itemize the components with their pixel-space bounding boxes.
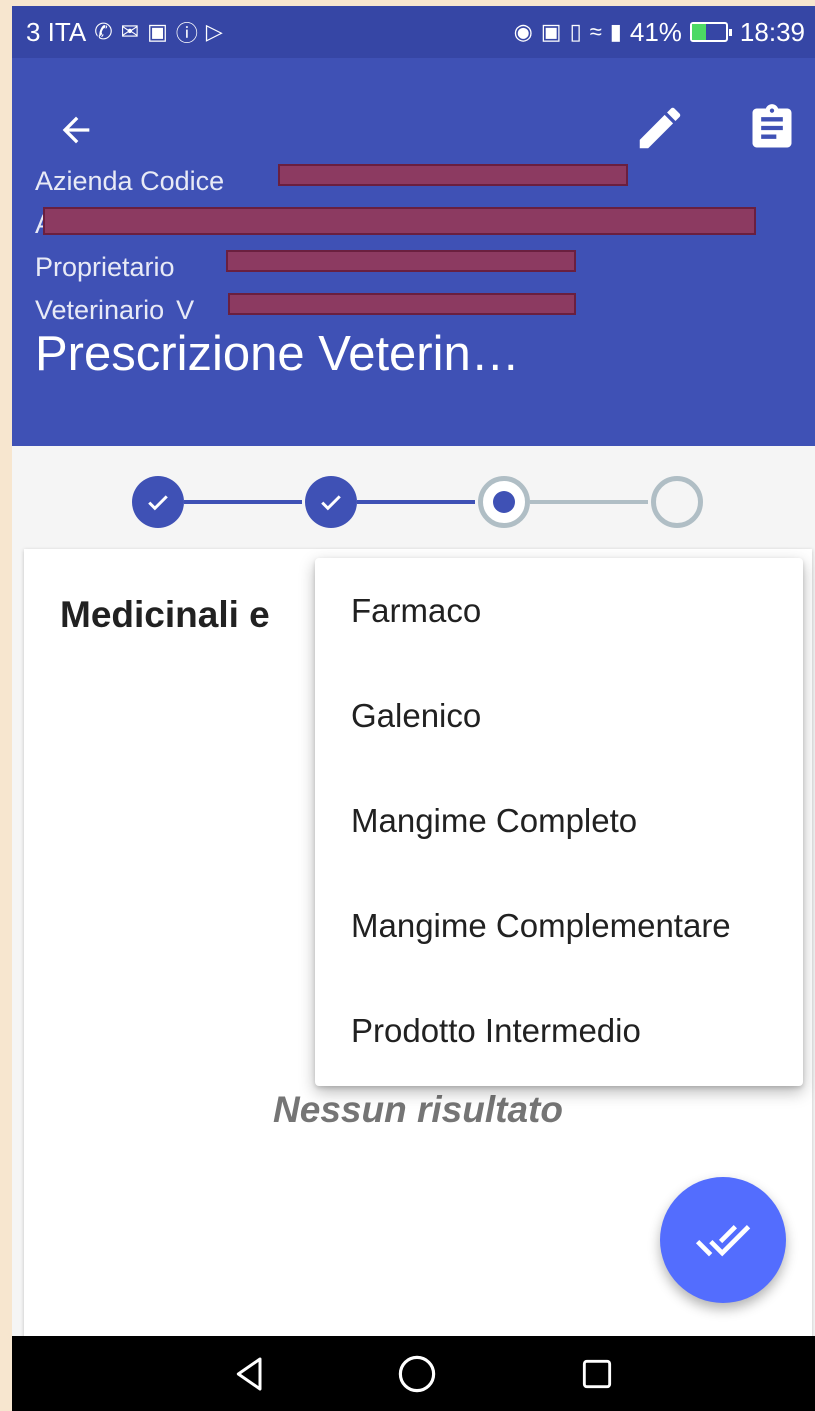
edit-button[interactable] — [630, 98, 690, 158]
step-2[interactable] — [305, 476, 357, 528]
arrow-back-icon — [62, 116, 90, 144]
redacted-line — [43, 207, 756, 235]
location-icon: ◉ — [513, 19, 533, 44]
redacted-veterinario — [228, 293, 576, 315]
gallery-icon: ▣ — [147, 19, 168, 44]
nav-recents-button[interactable] — [567, 1346, 627, 1402]
status-bar: 3 ITA ✆ ✉ ▣ ⓘ ▷ ◉ ▣ ▯ ≈ ▮ 41% 18:39 — [12, 6, 815, 58]
phone-screen: 3 ITA ✆ ✉ ▣ ⓘ ▷ ◉ ▣ ▯ ≈ ▮ 41% 18:39 Azie… — [12, 6, 815, 1411]
menu-item[interactable]: Farmaco — [315, 558, 803, 663]
nfc-icon: ▣ — [540, 19, 562, 44]
signal-icon: ▮ — [609, 19, 622, 44]
clipboard-icon — [752, 104, 792, 148]
redacted-proprietario — [226, 250, 576, 272]
menu-item[interactable]: Mangime Completo — [315, 768, 803, 873]
step-1[interactable] — [132, 476, 184, 528]
alert-icon: ⓘ — [175, 21, 198, 46]
back-button[interactable] — [48, 102, 104, 158]
page-title: Prescrizione Veterin… — [35, 327, 520, 381]
empty-state-text: Nessun risultato — [273, 1089, 563, 1130]
step-connector-2 — [357, 500, 475, 504]
confirm-fab[interactable] — [660, 1177, 786, 1303]
step-4[interactable] — [651, 476, 703, 528]
whatsapp-icon: ✆ — [94, 19, 113, 44]
prescription-info: Azienda Codice A Proprietario Veterinari… — [35, 160, 756, 332]
wifi-icon: ≈ — [589, 19, 602, 44]
azienda-row: Azienda Codice — [35, 160, 628, 203]
azienda-label: Azienda Codice — [35, 166, 225, 196]
system-nav-bar — [12, 1336, 815, 1411]
carrier-label: 3 ITA — [26, 16, 87, 47]
redacted-azienda-code — [278, 164, 628, 186]
menu-item[interactable]: Mangime Complementare — [315, 873, 803, 978]
pencil-icon — [639, 107, 681, 149]
step-connector-3 — [530, 500, 648, 504]
check-icon — [148, 495, 168, 511]
clipboard-button[interactable] — [742, 98, 802, 158]
nav-recents-icon — [582, 1359, 612, 1389]
clock: 18:39 — [739, 16, 805, 47]
nav-home-icon — [398, 1355, 436, 1393]
proprietario-row: Proprietario — [35, 246, 576, 289]
battery-icon — [689, 22, 732, 42]
card-title: Medicinali e — [60, 594, 270, 635]
play-store-icon: ▷ — [205, 19, 223, 44]
menu-item[interactable]: Prodotto Intermedio — [315, 978, 803, 1083]
battery-level — [691, 24, 706, 40]
stepper — [12, 446, 815, 546]
proprietario-label: Proprietario — [35, 252, 175, 282]
veterinario-prefix: V — [176, 295, 195, 325]
battery-percent: 41% — [629, 16, 682, 47]
nav-back-button[interactable] — [220, 1346, 280, 1402]
step-connector-1 — [184, 500, 302, 504]
nav-home-button[interactable] — [387, 1346, 447, 1402]
second-row: A — [35, 203, 756, 246]
current-step-dot — [493, 491, 515, 513]
vibrate-icon: ▯ — [569, 19, 582, 44]
app-bar: Azienda Codice A Proprietario Veterinari… — [12, 58, 815, 446]
menu-item[interactable]: Galenico — [315, 663, 803, 768]
mail-icon: ✉ — [120, 19, 140, 44]
nav-back-icon — [236, 1357, 262, 1391]
step-3[interactable] — [478, 476, 530, 528]
done-all-icon — [695, 1225, 751, 1257]
product-type-menu: Farmaco Galenico Mangime Completo Mangime C… — [315, 558, 803, 1086]
check-icon — [321, 495, 341, 511]
